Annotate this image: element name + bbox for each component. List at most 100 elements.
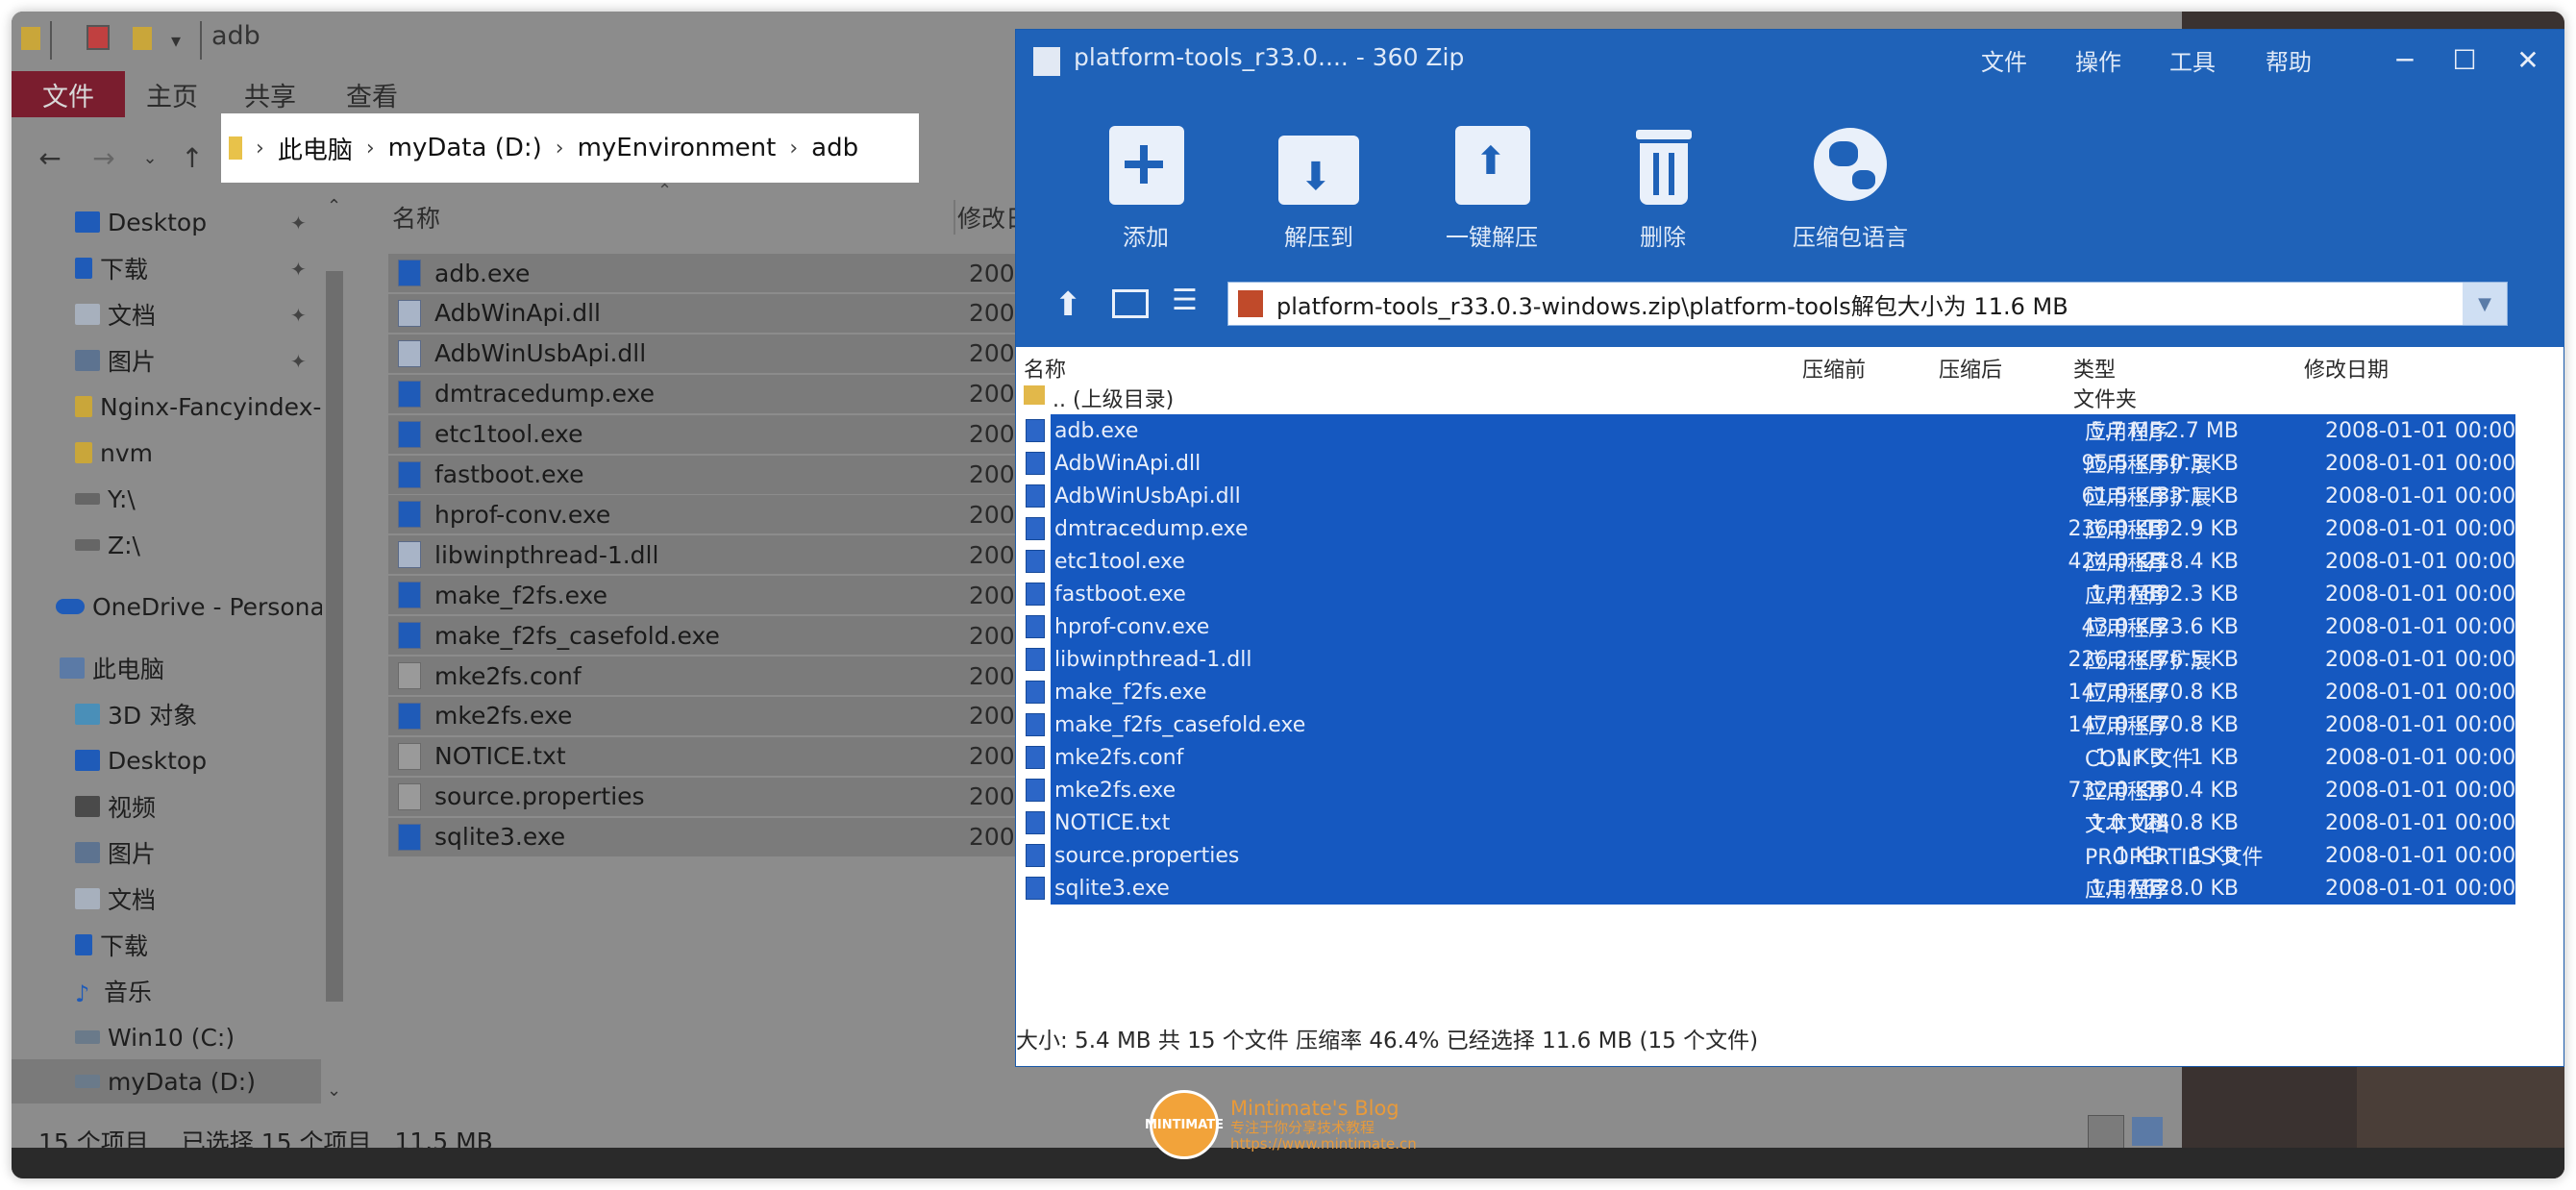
up-arrow-icon[interactable]: ↑ [173, 135, 211, 181]
nav-item-music[interactable]: ♪ 音乐 [75, 969, 152, 1013]
tool-delete-button[interactable]: 删除 [1591, 126, 1735, 252]
file-row[interactable]: make_f2fs_casefold.exe 2008, [388, 616, 1038, 656]
nav-item-nginx-fancyindex[interactable]: Nginx-Fancyindex- [75, 384, 321, 429]
breadcrumb-this-pc[interactable]: 此电脑 [278, 131, 353, 166]
file-row[interactable]: make_f2fs.exe 2008, [388, 576, 1038, 615]
file-row[interactable]: fastboot.exe 2008, [388, 455, 1038, 494]
computer-icon [60, 657, 85, 679]
zip-file-row[interactable]: source.properties 1 KB 1 KB PROPERTIES 文件 20… [1026, 839, 2515, 872]
breadcrumb-mydata[interactable]: myData (D:) [388, 134, 542, 162]
recent-locations-chevron-icon[interactable]: ⌄ [131, 135, 169, 181]
new-folder-icon[interactable] [133, 27, 152, 50]
breadcrumb-chevron-icon: › [365, 136, 375, 161]
close-icon[interactable]: ✕ [2506, 37, 2550, 82]
tool-extract-to-button[interactable]: ⬇ 解压到 [1247, 126, 1391, 252]
file-row[interactable]: etc1tool.exe 2008, [388, 414, 1038, 454]
zip-col-after[interactable]: 压缩后 [1939, 353, 2002, 384]
breadcrumb-adb[interactable]: adb [811, 134, 858, 162]
ribbon-tab-view[interactable]: 查看 [346, 71, 398, 117]
zip-col-before[interactable]: 压缩前 [1802, 353, 1866, 384]
zip-file-row[interactable]: AdbWinUsbApi.dll 61.5 KB 33.1 KB 应用程序扩展 2008… [1026, 480, 2515, 512]
column-header-name[interactable]: 名称 [392, 194, 440, 240]
file-row[interactable]: AdbWinApi.dll 2008, [388, 293, 1038, 333]
file-name: dmtracedump.exe [434, 380, 655, 409]
quick-access-dropdown-icon[interactable]: ▾ [171, 29, 181, 52]
nav-item-3d-objects[interactable]: 3D 对象 [75, 692, 197, 736]
thumbnail-view-icon[interactable] [1112, 289, 1149, 318]
tool-add-button[interactable]: 添加 [1074, 126, 1218, 252]
nav-item-onedrive[interactable]: OneDrive - Personal [56, 584, 332, 629]
nav-item-win10-c[interactable]: Win10 (C:) [75, 1015, 235, 1059]
file-row[interactable]: NOTICE.txt 2008, [388, 736, 1038, 776]
tool-one-click-extract-button[interactable]: ⬆ 一键解压 [1420, 126, 1564, 252]
list-view-icon[interactable]: ☰ [1172, 284, 1198, 317]
ribbon-tab-home[interactable]: 主页 [146, 71, 198, 117]
nav-item-y-drive[interactable]: Y:\ [75, 477, 136, 521]
nav-item-mydata-d[interactable]: myData (D:) [12, 1059, 321, 1103]
executable-file-icon [398, 380, 421, 408]
nav-item-this-pc[interactable]: 此电脑 [60, 646, 164, 690]
address-bar[interactable]: › 此电脑 › myData (D:) › myEnvironment › ad… [221, 113, 919, 183]
file-row[interactable]: mke2fs.conf 2008, [388, 657, 1038, 695]
nav-item-documents-pc[interactable]: 文档 [75, 877, 156, 921]
zip-file-row[interactable]: AdbWinApi.dll 95.5 KB 50.3 KB 应用程序扩展 2008-01… [1026, 447, 2515, 480]
tool-archive-language-button[interactable]: 压缩包语言 [1764, 126, 1937, 252]
maximize-icon[interactable]: ☐ [2442, 37, 2487, 82]
details-view-icon[interactable] [2088, 1115, 2124, 1150]
zip-file-row[interactable]: NOTICE.txt 1.0 MB 240.8 KB 文本文档 2008-01-01 0… [1026, 806, 2515, 839]
file-row[interactable]: dmtracedump.exe 2008, [388, 374, 1038, 413]
zip-file-row[interactable]: fastboot.exe 1.7 MB 802.3 KB 应用程序 2008-01-01… [1026, 578, 2515, 610]
zip-file-row[interactable]: dmtracedump.exe 236.0 KB 102.9 KB 应用程序 2008-… [1026, 512, 2515, 545]
scroll-down-icon[interactable]: ⌄ [327, 1080, 341, 1101]
zip-menu-help[interactable]: 帮助 [2266, 43, 2312, 77]
zip-col-type[interactable]: 类型 [2073, 353, 2116, 384]
file-row[interactable]: AdbWinUsbApi.dll 2008, [388, 334, 1038, 373]
zip-menu-operate[interactable]: 操作 [2075, 43, 2121, 77]
zip-file-row[interactable]: mke2fs.conf 1.1 KB 1 KB CONF 文件 2008-01-01 0… [1026, 741, 2515, 774]
executable-file-icon [398, 702, 421, 730]
scrollbar-thumb[interactable] [326, 271, 343, 1002]
parent-folder-arrow-icon[interactable]: ⬆ [1054, 285, 1082, 324]
properties-icon[interactable] [87, 25, 110, 50]
ribbon-tab-file[interactable]: 文件 [12, 71, 125, 117]
nav-item-z-drive[interactable]: Z:\ [75, 523, 140, 567]
nav-item-downloads-pc[interactable]: 下载 [75, 923, 148, 967]
zip-file-row[interactable]: mke2fs.exe 732.0 KB 380.4 KB 应用程序 2008-01-01… [1026, 774, 2515, 806]
ribbon-tab-share[interactable]: 共享 [244, 71, 296, 117]
path-dropdown-icon[interactable]: ▼ [2463, 283, 2507, 325]
nav-item-pictures-pc[interactable]: 图片 [75, 831, 156, 875]
zip-col-date[interactable]: 修改日期 [2304, 353, 2389, 384]
zip-file-row[interactable]: etc1tool.exe 424.0 KB 218.4 KB 应用程序 2008-01-… [1026, 545, 2515, 578]
zip-menu-tools[interactable]: 工具 [2169, 43, 2216, 77]
nav-item-pictures[interactable]: 图片 [75, 338, 156, 383]
zip-col-name[interactable]: 名称 [1024, 353, 1066, 384]
nav-item-documents[interactable]: 文档 [75, 292, 156, 336]
breadcrumb-myenvironment[interactable]: myEnvironment [578, 134, 777, 162]
nav-item-desktop-pc[interactable]: Desktop [75, 738, 207, 782]
zip-menu-file[interactable]: 文件 [1981, 43, 2027, 77]
nav-item-nvm[interactable]: nvm [75, 431, 153, 475]
zip-file-row[interactable]: sqlite3.exe 1.1 MB 628.0 KB 应用程序 2008-01-01 … [1026, 872, 2515, 905]
zip-file-row[interactable]: make_f2fs.exe 147.0 KB 70.8 KB 应用程序 2008-01-… [1026, 676, 2515, 708]
zip-file-row[interactable]: make_f2fs_casefold.exe 147.0 KB 70.8 KB 应用程… [1026, 708, 2515, 741]
forward-arrow-icon[interactable]: → [85, 135, 123, 181]
zip-file-row[interactable]: adb.exe 5.7 MB 2.7 MB 应用程序 2008-01-01 00:00 [1026, 414, 2515, 447]
file-row[interactable]: mke2fs.exe 2008, [388, 696, 1038, 735]
back-arrow-icon[interactable]: ← [31, 135, 69, 181]
file-row[interactable]: libwinpthread-1.dll 2008, [388, 535, 1038, 575]
file-row[interactable]: source.properties 2008, [388, 777, 1038, 816]
file-row[interactable]: hprof-conv.exe 2008, [388, 495, 1038, 534]
nav-item-desktop[interactable]: Desktop [75, 200, 207, 244]
large-icons-view-icon[interactable] [2132, 1117, 2163, 1146]
zip-path-field[interactable]: platform-tools_r33.0.3-windows.zip\platf… [1227, 282, 2508, 326]
zip-file-row[interactable]: hprof-conv.exe 43.0 KB 23.6 KB 应用程序 2008-01-… [1026, 610, 2515, 643]
extract-to-icon: ⬇ [1278, 126, 1359, 205]
file-row[interactable]: adb.exe 2008, [388, 254, 1038, 292]
zip-parent-row[interactable]: .. (上级目录) 文件夹 [1024, 382, 2489, 414]
minimize-icon[interactable]: ─ [2383, 37, 2427, 82]
file-row[interactable]: sqlite3.exe 2008, [388, 817, 1038, 856]
nav-item-downloads[interactable]: 下载 [75, 246, 148, 290]
nav-item-videos[interactable]: 视频 [75, 784, 156, 829]
zip-file-row[interactable]: libwinpthread-1.dll 226.2 KB 76.5 KB 应用程序扩展… [1026, 643, 2515, 676]
scroll-up-icon[interactable]: ⌃ [327, 196, 341, 216]
